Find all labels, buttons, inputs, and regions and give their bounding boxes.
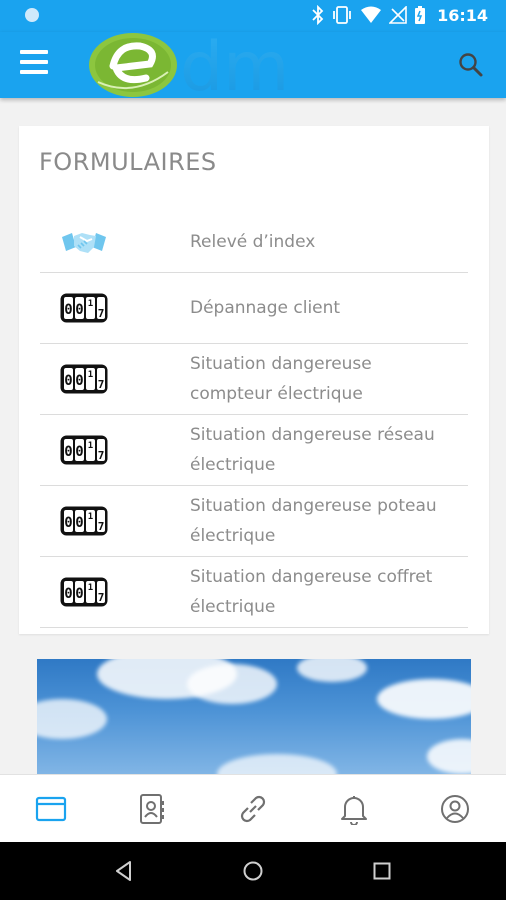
svg-text:0: 0 [75,586,83,602]
counter-icon: 0 0 1 7 [60,577,108,607]
list-item[interactable]: 0 0 1 7 Situation dangereuse réseau élec… [40,415,468,486]
svg-text:7: 7 [98,520,105,533]
recents-icon [373,862,391,880]
svg-text:0: 0 [75,444,83,460]
form-label: Situation dangereuse poteau électrique [190,496,437,546]
svg-text:dm: dm [180,32,289,98]
nav-profile[interactable] [405,775,506,843]
profile-icon [441,795,470,823]
svg-text:7: 7 [98,591,105,604]
back-icon [116,861,132,881]
cloud [377,679,471,719]
svg-text:0: 0 [64,302,72,318]
search-icon [459,53,483,77]
menu-icon [20,50,48,54]
counter-icon: 0 0 1 7 [60,435,108,465]
svg-text:1: 1 [88,512,93,522]
home-icon [243,861,263,881]
forms-card: FORMULAIRES Relevé d’index 0 0 1 7 Dépan… [19,126,489,634]
wifi-icon [361,6,382,23]
list-item[interactable]: 0 0 1 7 Situation dangereuse compteur él… [40,344,468,415]
forms-icon [35,796,66,822]
signal-icon [389,6,407,24]
recents-button[interactable] [362,851,402,891]
search-button[interactable] [456,50,486,80]
status-time: 16:14 [437,5,488,25]
list-item[interactable]: 0 0 1 7 Situation dangereuse coffret éle… [40,557,468,628]
notification-dot-icon [25,8,39,22]
svg-text:1: 1 [88,370,93,380]
bluetooth-icon [312,5,324,25]
list-item[interactable]: 0 0 1 7 Dépannage client [40,273,468,344]
link-icon [240,795,266,823]
card-title: FORMULAIRES [39,148,217,176]
svg-text:7: 7 [98,449,105,462]
svg-text:1: 1 [88,299,93,309]
contacts-icon [139,794,164,824]
form-label: Relevé d’index [190,232,316,252]
app-bar: dm [0,32,506,98]
nav-link[interactable] [202,775,303,843]
svg-text:0: 0 [64,373,72,389]
edm-logo: dm [89,32,289,98]
form-label: Situation dangereuse compteur électrique [190,354,372,404]
back-button[interactable] [104,851,144,891]
counter-icon: 0 0 1 7 [60,506,108,536]
counter-icon: 0 0 1 7 [60,293,108,323]
cloud [187,664,277,704]
list-item[interactable]: 0 0 1 7 Situation dangereuse poteau élec… [40,486,468,557]
nav-forms[interactable] [0,775,101,843]
svg-text:0: 0 [75,515,83,531]
cloud [37,699,107,739]
form-label: Situation dangereuse réseau électrique [190,425,435,475]
system-nav-bar [0,842,506,900]
form-label: Situation dangereuse coffret électrique [190,567,433,617]
bell-icon [341,796,368,825]
svg-text:0: 0 [64,515,72,531]
svg-text:0: 0 [75,302,83,318]
svg-text:1: 1 [88,583,93,593]
svg-text:1: 1 [88,441,93,451]
status-icons: 16:14 [312,5,488,25]
nav-contacts[interactable] [101,775,202,843]
bottom-nav [0,774,506,843]
counter-icon: 0 0 1 7 [60,364,108,394]
svg-text:7: 7 [98,307,105,320]
battery-icon [415,6,426,24]
cloud [297,659,367,682]
nav-notifications[interactable] [304,775,405,843]
cloud [427,739,471,774]
svg-text:0: 0 [64,586,72,602]
status-bar: 16:14 [0,0,506,32]
menu-button[interactable] [18,50,50,80]
forms-list: Relevé d’index 0 0 1 7 Dépannage client [40,212,468,628]
svg-text:0: 0 [64,444,72,460]
main-content[interactable]: FORMULAIRES Relevé d’index 0 0 1 7 Dépan… [0,98,506,774]
cloud [217,754,337,774]
sky-banner-image[interactable] [37,659,471,774]
list-item[interactable]: Relevé d’index [40,212,468,273]
svg-text:7: 7 [98,378,105,391]
home-button[interactable] [233,851,273,891]
vibrate-icon [333,6,351,24]
form-label: Dépannage client [190,298,341,318]
svg-text:0: 0 [75,373,83,389]
handshake-icon [62,233,106,253]
